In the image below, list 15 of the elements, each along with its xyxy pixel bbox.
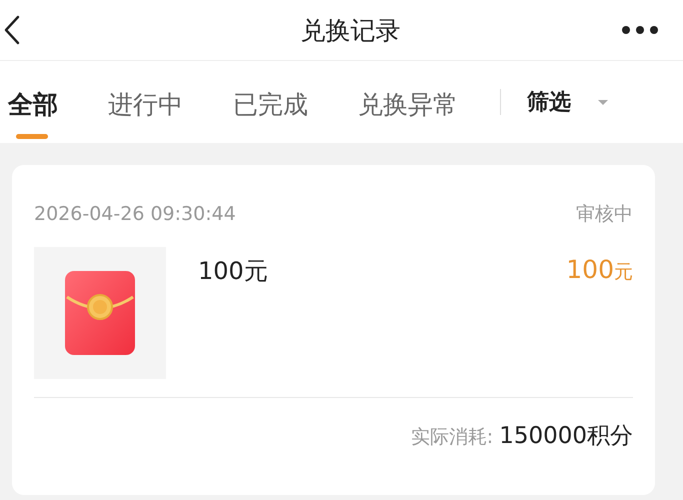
- tab[interactable]: 兑换异常: [358, 68, 458, 140]
- product-price: 100元: [566, 255, 633, 285]
- envelope-icon: [65, 271, 135, 355]
- more-icon[interactable]: [621, 25, 659, 35]
- tab[interactable]: 进行中: [108, 68, 183, 140]
- record-time: 2026-04-26 09:30:44: [34, 203, 236, 225]
- cost-value: 150000积分: [499, 422, 633, 451]
- back-icon[interactable]: [4, 15, 20, 45]
- filter-button[interactable]: 筛选: [527, 87, 571, 117]
- product-name: 100元: [198, 256, 269, 287]
- tab[interactable]: 已完成: [233, 68, 308, 140]
- record-status: 审核中: [576, 202, 633, 227]
- page-title: 兑换记录: [300, 14, 400, 46]
- tab[interactable]: 全部: [8, 68, 58, 140]
- cost-label: 实际消耗:: [410, 425, 494, 450]
